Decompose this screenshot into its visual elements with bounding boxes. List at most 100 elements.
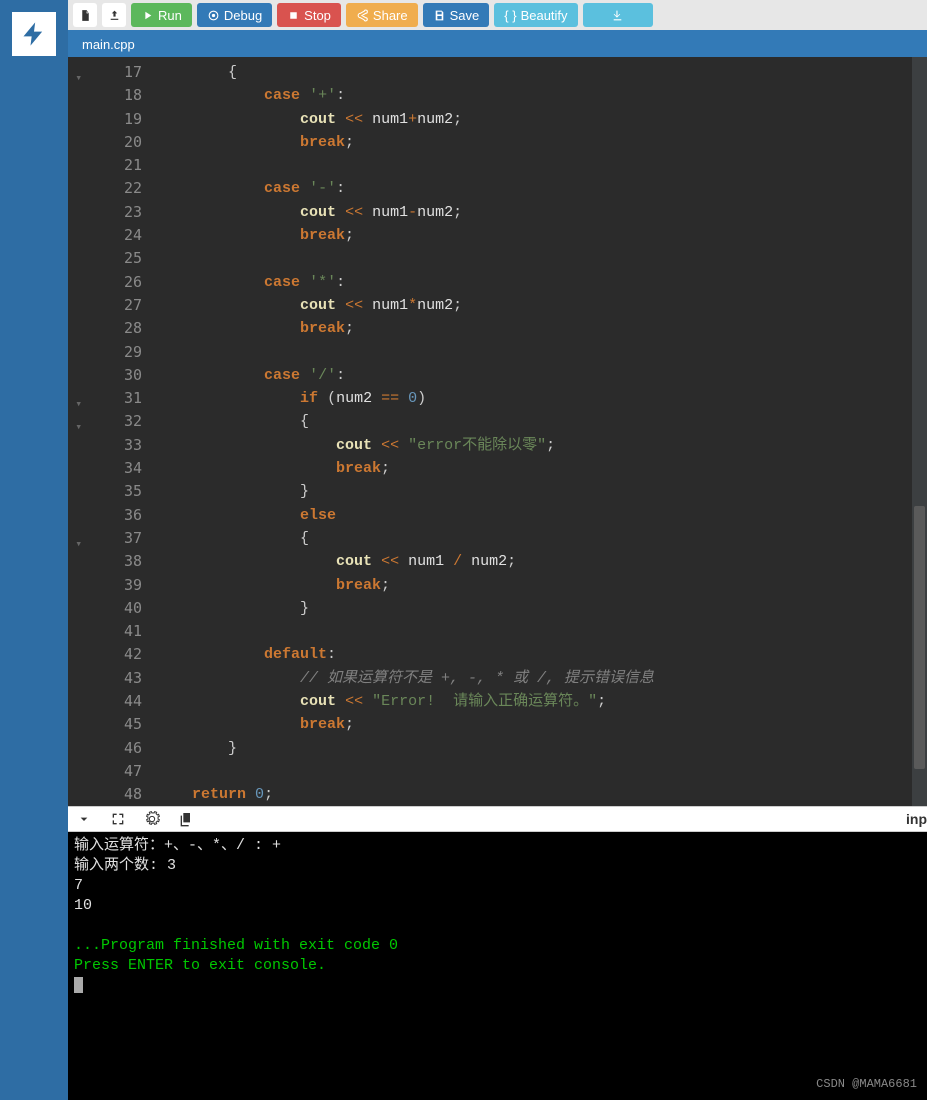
code-line[interactable]: break; [156,713,927,736]
editor-scrollbar[interactable] [912,57,927,806]
line-number: 36 [68,504,142,527]
code-line[interactable]: else [156,504,927,527]
line-number: 35 [68,480,142,503]
beautify-label: Beautify [521,8,568,23]
save-icon [433,9,446,22]
code-line[interactable]: return 0; [156,783,927,806]
share-label: Share [373,8,408,23]
line-number: 47 [68,760,142,783]
scroll-thumb[interactable] [914,506,925,768]
run-button[interactable]: Run [131,3,192,27]
line-number: 32▾ [68,410,142,433]
code-line[interactable]: break; [156,224,927,247]
code-line[interactable]: break; [156,574,927,597]
left-sidebar [0,0,68,1100]
copy-icon[interactable] [178,811,194,827]
new-file-button[interactable] [73,3,97,27]
line-number: 22 [68,177,142,200]
save-button[interactable]: Save [423,3,490,27]
input-label: inp [906,811,927,827]
line-number: 30 [68,364,142,387]
code-line[interactable] [156,620,927,643]
stop-button[interactable]: Stop [277,3,341,27]
code-line[interactable]: } [156,737,927,760]
code-line[interactable]: { [156,61,927,84]
line-number: 45 [68,713,142,736]
beautify-button[interactable]: { }Beautify [494,3,577,27]
debug-button[interactable]: Debug [197,3,272,27]
code-line[interactable]: // 如果运算符不是 +, -, * 或 /, 提示错误信息 [156,667,927,690]
debug-icon [207,9,220,22]
line-number: 46 [68,737,142,760]
code-line[interactable]: break; [156,317,927,340]
line-number: 29 [68,341,142,364]
code-line[interactable]: cout << num1-num2; [156,201,927,224]
chevron-down-icon[interactable] [76,811,92,827]
play-icon [141,9,154,22]
code-line[interactable]: if (num2 == 0) [156,387,927,410]
line-number: 34 [68,457,142,480]
lightning-icon [20,20,48,48]
code-editor[interactable]: 17▾1819202122232425262728293031▾32▾33343… [68,57,927,806]
code-line[interactable]: { [156,527,927,550]
console-output[interactable]: 输入运算符：+、-、*、/ : +输入两个数: 3710 ...Program … [68,832,927,1100]
code-line[interactable]: break; [156,131,927,154]
code-line[interactable]: cout << num1+num2; [156,108,927,131]
code-line[interactable]: } [156,480,927,503]
line-number: 18 [68,84,142,107]
line-number: 39 [68,574,142,597]
save-label: Save [450,8,480,23]
console-line: 输入运算符：+、-、*、/ : + [74,836,921,856]
line-number: 27 [68,294,142,317]
line-number: 42 [68,643,142,666]
line-number: 17▾ [68,61,142,84]
code-content[interactable]: { case '+': cout << num1+num2; break; ca… [156,57,927,806]
line-number: 38 [68,550,142,573]
line-number: 31▾ [68,387,142,410]
code-line[interactable]: cout << num1 / num2; [156,550,927,573]
code-line[interactable]: default: [156,643,927,666]
gear-icon[interactable] [144,811,160,827]
console-line: ...Program finished with exit code 0 [74,936,921,956]
line-number: 20 [68,131,142,154]
code-line[interactable] [156,760,927,783]
expand-icon[interactable] [110,811,126,827]
tab-bar: main.cpp [68,30,927,57]
share-button[interactable]: Share [346,3,418,27]
download-button[interactable] [583,3,653,27]
console-cursor [74,977,83,993]
upload-button[interactable] [102,3,126,27]
stop-label: Stop [304,8,331,23]
line-number: 23 [68,201,142,224]
line-number: 21 [68,154,142,177]
code-line[interactable]: cout << "error不能除以零"; [156,434,927,457]
share-icon [356,9,369,22]
line-number: 41 [68,620,142,643]
code-line[interactable]: case '/': [156,364,927,387]
console-line [74,916,921,936]
line-number: 33 [68,434,142,457]
code-line[interactable]: } [156,597,927,620]
line-number: 44 [68,690,142,713]
code-line[interactable]: cout << num1*num2; [156,294,927,317]
app-logo[interactable] [10,10,58,58]
code-line[interactable]: cout << "Error! 请输入正确运算符。"; [156,690,927,713]
line-number: 26 [68,271,142,294]
line-number: 40 [68,597,142,620]
code-line[interactable]: case '+': [156,84,927,107]
toolbar: Run Debug Stop Share Save { }Beautify [68,0,927,30]
line-number: 43 [68,667,142,690]
line-number: 25 [68,247,142,270]
code-line[interactable]: case '-': [156,177,927,200]
code-line[interactable]: break; [156,457,927,480]
tab-main-cpp[interactable]: main.cpp [68,32,149,57]
line-number: 28 [68,317,142,340]
code-line[interactable]: case '*': [156,271,927,294]
code-line[interactable] [156,247,927,270]
file-icon [79,9,92,22]
code-line[interactable]: { [156,410,927,433]
console-line: 10 [74,896,921,916]
code-line[interactable] [156,341,927,364]
code-line[interactable] [156,154,927,177]
line-gutter: 17▾1819202122232425262728293031▾32▾33343… [68,57,156,806]
